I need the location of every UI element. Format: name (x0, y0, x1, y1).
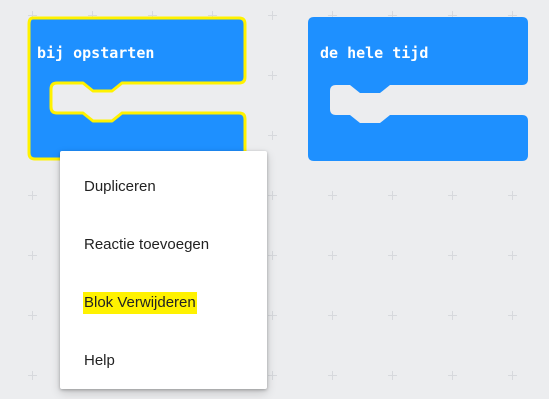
grid-plus-marker (328, 311, 337, 320)
block-context-menu: Dupliceren Reactie toevoegen Blok Verwij… (60, 151, 267, 389)
grid-plus-marker (28, 251, 37, 260)
grid-plus-marker (28, 191, 37, 200)
grid-plus-marker (28, 311, 37, 320)
grid-plus-marker (268, 11, 277, 20)
grid-plus-marker (448, 191, 457, 200)
grid-plus-marker (28, 371, 37, 380)
menu-item-add-comment[interactable]: Reactie toevoegen (60, 216, 267, 274)
grid-plus-marker (508, 311, 517, 320)
menu-item-help[interactable]: Help (60, 332, 267, 390)
menu-item-duplicate[interactable]: Dupliceren (60, 158, 267, 216)
grid-plus-marker (328, 191, 337, 200)
grid-plus-marker (388, 311, 397, 320)
forever-block-shape (308, 17, 528, 161)
grid-plus-marker (268, 311, 277, 320)
on-start-block-shape (27, 16, 247, 161)
menu-item-delete-block-label: Blok Verwijderen (84, 293, 196, 313)
grid-plus-marker (268, 371, 277, 380)
grid-plus-marker (268, 191, 277, 200)
on-start-block-label: bij opstarten (37, 44, 155, 62)
on-start-block[interactable] (27, 16, 251, 164)
grid-plus-marker (268, 251, 277, 260)
grid-plus-marker (328, 251, 337, 260)
grid-plus-marker (448, 371, 457, 380)
menu-item-duplicate-label: Dupliceren (84, 178, 156, 195)
menu-item-help-label: Help (84, 352, 115, 369)
menu-item-delete-block[interactable]: Blok Verwijderen (60, 274, 267, 332)
grid-plus-marker (508, 191, 517, 200)
grid-plus-marker (388, 251, 397, 260)
grid-plus-marker (388, 371, 397, 380)
grid-plus-marker (268, 131, 277, 140)
grid-plus-marker (388, 191, 397, 200)
blocks-workspace[interactable]: bij opstarten de hele tijd Dupliceren Re… (0, 0, 549, 399)
grid-plus-marker (508, 251, 517, 260)
grid-plus-marker (328, 371, 337, 380)
menu-item-add-comment-label: Reactie toevoegen (84, 236, 210, 253)
grid-plus-marker (508, 371, 517, 380)
forever-block-label: de hele tijd (320, 44, 429, 62)
grid-plus-marker (448, 311, 457, 320)
forever-block[interactable] (308, 17, 530, 163)
grid-plus-marker (448, 251, 457, 260)
grid-plus-marker (268, 71, 277, 80)
